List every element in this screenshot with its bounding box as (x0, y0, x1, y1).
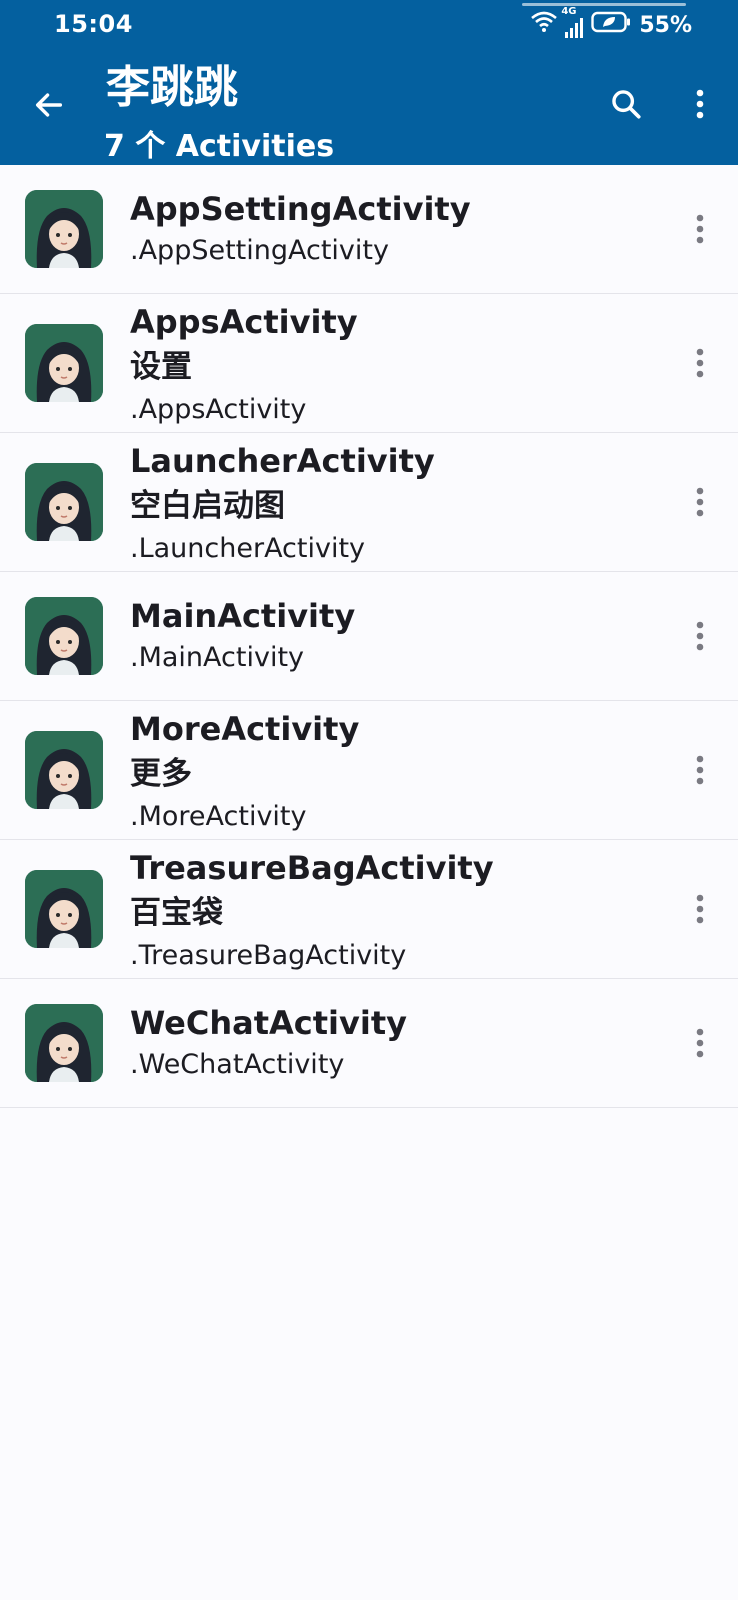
app-avatar-icon (25, 190, 103, 268)
activity-name: WeChatActivity (130, 1004, 407, 1042)
row-menu-button[interactable] (686, 1021, 714, 1065)
activity-class-name: .WeChatActivity (130, 1049, 345, 1080)
activity-row-appsettingactivity[interactable]: AppSettingActivity .AppSettingActivity (0, 165, 738, 294)
app-avatar-icon (25, 870, 103, 948)
status-time: 15:04 (54, 10, 133, 38)
app-avatar-icon (25, 1004, 103, 1082)
page-subtitle: 7 个 Activities (104, 129, 335, 164)
activity-row-moreactivity[interactable]: MoreActivity 更多 .MoreActivity (0, 701, 738, 840)
activity-texts: AppsActivity 设置 .AppsActivity (130, 300, 358, 430)
search-icon (612, 90, 641, 119)
battery-level: 55% (639, 12, 692, 38)
row-menu-button[interactable] (686, 480, 714, 524)
activity-class-name: .LauncherActivity (130, 533, 366, 564)
app-bar: 15:04 4G 55% 李跳跳 7 个 Activities (0, 0, 738, 165)
activity-name: MainActivity (130, 597, 356, 635)
activity-texts: LauncherActivity 空白启动图 .LauncherActivity (130, 439, 435, 569)
network-type: 4G (561, 6, 577, 17)
activity-name: AppsActivity (130, 303, 358, 341)
page-title: 李跳跳 (106, 62, 238, 113)
overflow-menu-button[interactable] (684, 84, 716, 124)
wifi-icon (531, 11, 558, 39)
activity-texts: MainActivity .MainActivity (130, 594, 355, 678)
activity-name: AppSettingActivity (130, 190, 471, 228)
back-arrow-icon (35, 93, 63, 117)
activity-name: LauncherActivity (130, 442, 435, 480)
row-menu-button[interactable] (686, 207, 714, 251)
more-vert-icon (696, 348, 704, 378)
search-button[interactable] (606, 84, 646, 124)
row-menu-button[interactable] (686, 341, 714, 385)
activity-row-wechatactivity[interactable]: WeChatActivity .WeChatActivity (0, 979, 738, 1108)
activity-class-name: .MoreActivity (130, 801, 307, 832)
activity-row-appsactivity[interactable]: AppsActivity 设置 .AppsActivity (0, 294, 738, 433)
row-menu-button[interactable] (686, 887, 714, 931)
app-avatar-icon (25, 597, 103, 675)
app-avatar-icon (25, 324, 103, 402)
more-vert-icon (696, 1028, 704, 1058)
activity-texts: WeChatActivity .WeChatActivity (130, 1001, 407, 1085)
row-menu-button[interactable] (686, 748, 714, 792)
more-vert-icon (696, 89, 704, 119)
battery-icon (591, 11, 631, 39)
activity-label: 更多 (130, 756, 192, 792)
row-menu-button[interactable] (686, 614, 714, 658)
signal-icon: 4G (561, 6, 584, 38)
activity-label: 设置 (130, 349, 192, 385)
status-indicator-line (522, 3, 686, 6)
activity-class-name: .MainActivity (130, 642, 305, 673)
more-vert-icon (696, 755, 704, 785)
activity-name: TreasureBagActivity (130, 849, 494, 887)
more-vert-icon (696, 214, 704, 244)
activity-row-treasurebagactivity[interactable]: TreasureBagActivity 百宝袋 .TreasureBagActi… (0, 840, 738, 979)
app-avatar-icon (25, 463, 103, 541)
activity-texts: MoreActivity 更多 .MoreActivity (130, 707, 359, 837)
activity-label: 空白启动图 (130, 488, 285, 524)
app-avatar-icon (25, 731, 103, 809)
more-vert-icon (696, 894, 704, 924)
activity-row-mainactivity[interactable]: MainActivity .MainActivity (0, 572, 738, 701)
activity-class-name: .TreasureBagActivity (130, 940, 407, 971)
activity-class-name: .AppsActivity (130, 394, 307, 425)
back-button[interactable] (28, 84, 70, 126)
activity-label: 百宝袋 (130, 895, 223, 931)
more-vert-icon (696, 487, 704, 517)
more-vert-icon (696, 621, 704, 651)
activity-row-launcheractivity[interactable]: LauncherActivity 空白启动图 .LauncherActivity (0, 433, 738, 572)
activity-texts: AppSettingActivity .AppSettingActivity (130, 187, 471, 271)
activity-texts: TreasureBagActivity 百宝袋 .TreasureBagActi… (130, 846, 494, 976)
status-icons: 4G 55% (531, 6, 692, 42)
activity-class-name: .AppSettingActivity (130, 235, 389, 266)
activity-list: AppSettingActivity .AppSettingActivity A… (0, 165, 738, 1108)
activity-name: MoreActivity (130, 710, 360, 748)
